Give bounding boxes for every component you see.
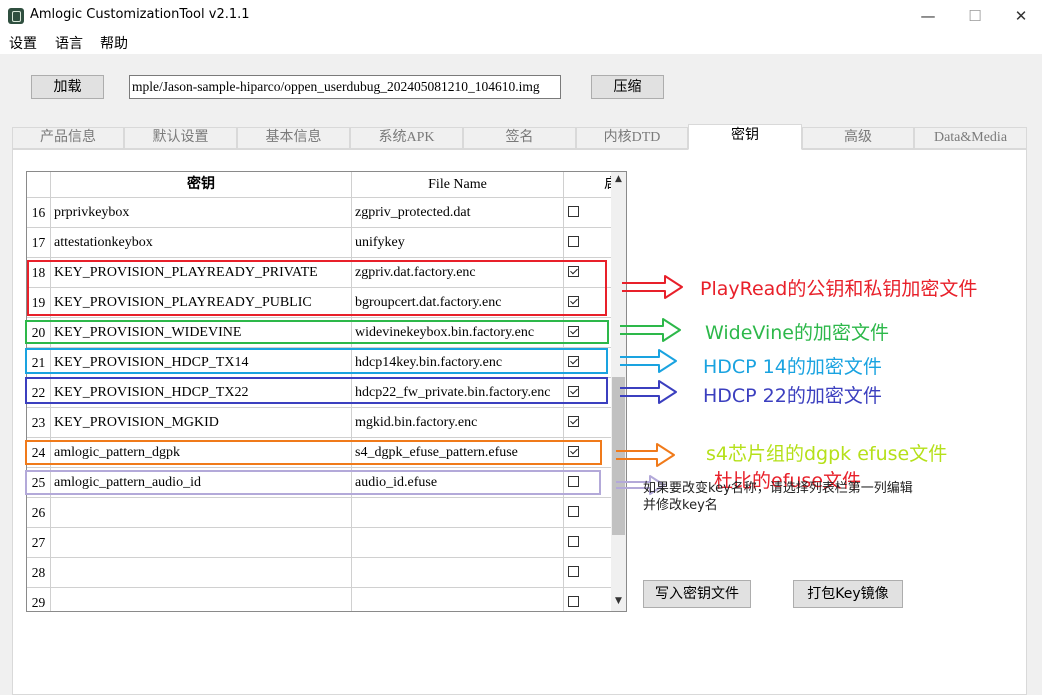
highlight-hdcp14 bbox=[25, 348, 608, 374]
row-number: 29 bbox=[27, 588, 51, 611]
tab-basic-info[interactable]: 基本信息 bbox=[237, 127, 350, 149]
tab-system-apk[interactable]: 系统APK bbox=[350, 127, 463, 149]
tab-keys[interactable]: 密钥 bbox=[688, 124, 802, 150]
column-header-filename[interactable]: File Name bbox=[352, 172, 564, 198]
row-number: 28 bbox=[27, 558, 51, 587]
enable-checkbox[interactable] bbox=[568, 416, 579, 427]
annotation-dgpk: s4芯片组的dgpk efuse文件 bbox=[706, 443, 948, 465]
image-path-value: mple/Jason-sample-hiparco/oppen_userdubu… bbox=[132, 79, 540, 94]
enable-cell bbox=[564, 228, 611, 257]
file-name-cell[interactable]: unifykey bbox=[352, 228, 564, 257]
annotation-arrows bbox=[616, 275, 683, 495]
enable-checkbox[interactable] bbox=[568, 206, 579, 217]
enable-cell bbox=[564, 198, 611, 227]
row-number: 26 bbox=[27, 498, 51, 527]
window-title: Amlogic CustomizationTool v2.1.1 bbox=[30, 7, 250, 22]
enable-cell bbox=[564, 528, 611, 557]
table-row[interactable]: 29 bbox=[27, 588, 611, 611]
enable-cell bbox=[564, 408, 611, 437]
row-number: 16 bbox=[27, 198, 51, 227]
file-name-cell[interactable] bbox=[352, 498, 564, 527]
app-icon bbox=[8, 8, 24, 24]
menu-language[interactable]: 语言 bbox=[55, 33, 83, 53]
highlight-audio-id bbox=[25, 470, 601, 495]
row-number: 17 bbox=[27, 228, 51, 257]
table-row[interactable]: 27 bbox=[27, 528, 611, 558]
header-corner bbox=[27, 172, 51, 198]
enable-checkbox[interactable] bbox=[568, 566, 579, 577]
highlight-hdcp22 bbox=[25, 377, 608, 404]
row-number: 23 bbox=[27, 408, 51, 437]
annotation-hdcp14: HDCP 14的加密文件 bbox=[703, 356, 882, 378]
key-name-cell[interactable] bbox=[51, 528, 352, 557]
image-path-field[interactable]: mple/Jason-sample-hiparco/oppen_userdubu… bbox=[129, 75, 561, 99]
scroll-up-icon[interactable]: ▲ bbox=[611, 174, 626, 184]
maximize-button[interactable]: ☐ bbox=[952, 0, 998, 32]
load-button[interactable]: 加载 bbox=[31, 75, 104, 99]
table-row[interactable]: 26 bbox=[27, 498, 611, 528]
annotation-hdcp22: HDCP 22的加密文件 bbox=[703, 385, 882, 407]
table-row[interactable]: 16 prprivkeybox zgpriv_protected.dat bbox=[27, 198, 611, 228]
annotation-playready: PlayRead的公钥和私钥加密文件 bbox=[700, 278, 978, 300]
file-name-cell[interactable] bbox=[352, 528, 564, 557]
enable-cell bbox=[564, 558, 611, 587]
enable-cell bbox=[564, 588, 611, 611]
enable-checkbox[interactable] bbox=[568, 596, 579, 607]
key-name-cell[interactable] bbox=[51, 588, 352, 611]
file-name-cell[interactable] bbox=[352, 588, 564, 611]
tab-strip: 产品信息 默认设置 基本信息 系统APK 签名 内核DTD 密钥 高级 Data… bbox=[12, 124, 1027, 150]
minimize-button[interactable]: — bbox=[905, 0, 951, 32]
tab-default-settings[interactable]: 默认设置 bbox=[124, 127, 237, 149]
rename-hint: 如果要改变key名称，请选择列表栏第一列编辑并修改key名 bbox=[643, 481, 913, 513]
highlight-widevine bbox=[25, 320, 609, 344]
table-row[interactable]: 17 attestationkeybox unifykey bbox=[27, 228, 611, 258]
tab-signature[interactable]: 签名 bbox=[463, 127, 576, 149]
table-row[interactable]: 23 KEY_PROVISION_MGKID mgkid.bin.factory.e… bbox=[27, 408, 611, 438]
key-name-cell[interactable]: prprivkeybox bbox=[51, 198, 352, 227]
column-header-enable[interactable]: 启 bbox=[564, 172, 611, 198]
table-row[interactable]: 28 bbox=[27, 558, 611, 588]
key-name-cell[interactable] bbox=[51, 498, 352, 527]
key-name-cell[interactable]: KEY_PROVISION_MGKID bbox=[51, 408, 352, 437]
menu-settings[interactable]: 设置 bbox=[9, 33, 37, 53]
enable-checkbox[interactable] bbox=[568, 236, 579, 247]
menu-bar bbox=[0, 32, 1042, 54]
tab-data-media[interactable]: Data&Media bbox=[914, 127, 1027, 149]
row-number: 27 bbox=[27, 528, 51, 557]
write-key-file-button[interactable]: 写入密钥文件 bbox=[643, 580, 751, 608]
enable-checkbox[interactable] bbox=[568, 506, 579, 517]
compress-button[interactable]: 压缩 bbox=[591, 75, 664, 99]
tab-advanced[interactable]: 高级 bbox=[802, 127, 914, 149]
key-name-cell[interactable] bbox=[51, 558, 352, 587]
highlight-playready bbox=[27, 260, 607, 316]
tab-kernel-dtd[interactable]: 内核DTD bbox=[576, 127, 688, 149]
scroll-down-icon[interactable]: ▼ bbox=[611, 596, 626, 606]
enable-cell bbox=[564, 498, 611, 527]
enable-checkbox[interactable] bbox=[568, 536, 579, 547]
pack-key-image-button[interactable]: 打包Key镜像 bbox=[793, 580, 903, 608]
key-name-cell[interactable]: attestationkeybox bbox=[51, 228, 352, 257]
column-header-key[interactable]: 密钥 bbox=[51, 172, 352, 198]
close-button[interactable]: ✕ bbox=[998, 0, 1042, 32]
menu-help[interactable]: 帮助 bbox=[100, 33, 128, 53]
highlight-dgpk bbox=[25, 440, 602, 465]
file-name-cell[interactable]: mgkid.bin.factory.enc bbox=[352, 408, 564, 437]
file-name-cell[interactable] bbox=[352, 558, 564, 587]
annotation-widevine: WideVine的加密文件 bbox=[705, 322, 889, 344]
file-name-cell[interactable]: zgpriv_protected.dat bbox=[352, 198, 564, 227]
tab-product-info[interactable]: 产品信息 bbox=[12, 127, 124, 149]
